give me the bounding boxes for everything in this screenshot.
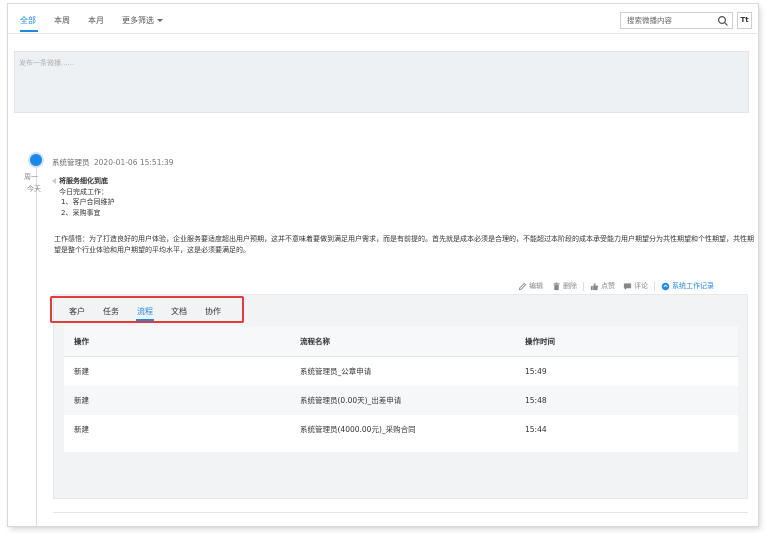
table-row[interactable]: 新建 系统管理员(4000.00元)_采购合同 15:44 (64, 415, 738, 444)
table-cell: 新建 (74, 367, 89, 376)
composer-input[interactable] (19, 57, 739, 69)
work-record-icon (661, 282, 670, 290)
detail-tabs: 客户 任务 流程 文档 协作 (50, 296, 244, 323)
like-button[interactable]: 点赞 (590, 281, 615, 291)
caret-left-icon (52, 178, 56, 184)
divider (583, 281, 584, 291)
app-window: 全部 本周 本月 更多筛选 Tt 周一 今天 系统管理员 2020-01-06 … (8, 4, 758, 526)
active-tab-indicator (20, 30, 38, 32)
table-cell: 15:49 (525, 367, 547, 376)
comment-label: 评论 (634, 282, 648, 290)
table-cell: 15:48 (525, 396, 547, 405)
post-line: 1、客户合同维护 (61, 198, 115, 206)
font-size-button[interactable]: Tt (737, 12, 752, 29)
tab-process[interactable]: 流程 (137, 306, 153, 317)
post-body: 将服务细化到底 今日完成工作： 1、客户合同维护 2、采购事宜 (59, 176, 114, 218)
column-header: 操作时间 (525, 337, 555, 346)
process-table: 操作 流程名称 操作时间 新建 系统管理员_公章申请 15:49 新建 系统管理… (64, 326, 738, 452)
edit-label: 编辑 (529, 282, 543, 290)
search-box (620, 12, 733, 29)
table-footer (64, 444, 738, 452)
divider (53, 512, 748, 513)
active-subtab-indicator (136, 319, 154, 321)
timeline-dot-icon (30, 154, 42, 166)
tab-this-month[interactable]: 本月 (88, 15, 104, 26)
tab-collaboration[interactable]: 协作 (205, 306, 221, 317)
divider (654, 281, 655, 291)
timeline-line (36, 164, 37, 526)
table-cell: 新建 (74, 396, 89, 405)
post-title: 将服务细化到底 (59, 177, 108, 185)
tab-this-week[interactable]: 本周 (54, 15, 70, 26)
post-actions: 编辑 删除 点赞 评论 系统工作记录 (518, 281, 714, 291)
timeline-day: 今天 (27, 185, 41, 193)
comment-icon (623, 282, 632, 290)
like-label: 点赞 (601, 282, 615, 290)
delete-button[interactable]: 删除 (552, 281, 577, 291)
table-header: 操作 流程名称 操作时间 (64, 326, 738, 357)
work-record-button[interactable]: 系统工作记录 (661, 281, 714, 291)
table-cell: 新建 (74, 425, 89, 434)
tab-document[interactable]: 文档 (171, 306, 187, 317)
post-meta: 系统管理员 2020-01-06 15:51:39 (52, 157, 174, 168)
post-composer[interactable] (14, 51, 749, 113)
table-row[interactable]: 新建 系统管理员(0.00天)_出差申请 15:48 (64, 386, 738, 415)
post-description: 工作感悟：为了打造良好的用户体验，企业服务要适度超出用户预期，这并不意味着要做到… (54, 235, 754, 254)
thumbs-up-icon (590, 282, 599, 290)
more-filters-label: 更多筛选 (122, 16, 154, 25)
column-header: 操作 (74, 337, 89, 346)
work-record-label: 系统工作记录 (672, 282, 714, 290)
tab-task[interactable]: 任务 (103, 306, 119, 317)
search-input[interactable] (627, 13, 707, 28)
table-cell[interactable]: 系统管理员(4000.00元)_采购合同 (300, 415, 416, 444)
table-cell[interactable]: 系统管理员_公章申请 (300, 357, 371, 386)
tab-more-filters[interactable]: 更多筛选 (122, 15, 163, 26)
chevron-down-icon (157, 19, 163, 22)
table-row[interactable]: 新建 系统管理员_公章申请 15:49 (64, 357, 738, 386)
trash-icon (553, 282, 560, 290)
post-author[interactable]: 系统管理员 (52, 158, 90, 167)
comment-button[interactable]: 评论 (623, 281, 648, 291)
filter-bar: 全部 本周 本月 更多筛选 Tt (8, 4, 758, 34)
post-line: 今日完成工作： (59, 187, 108, 196)
post-line: 2、采购事宜 (61, 208, 101, 217)
post-datetime: 2020-01-06 15:51:39 (93, 158, 174, 167)
search-icon[interactable] (717, 15, 729, 27)
delete-label: 删除 (563, 282, 577, 290)
tab-all[interactable]: 全部 (20, 15, 36, 26)
table-cell[interactable]: 系统管理员(0.00天)_出差申请 (300, 386, 401, 415)
timeline-weekday: 周一 (24, 173, 38, 181)
pencil-icon (518, 282, 527, 290)
table-cell: 15:44 (525, 425, 547, 434)
edit-button[interactable]: 编辑 (518, 281, 543, 291)
tab-customer[interactable]: 客户 (69, 306, 85, 317)
column-header: 流程名称 (300, 337, 330, 346)
